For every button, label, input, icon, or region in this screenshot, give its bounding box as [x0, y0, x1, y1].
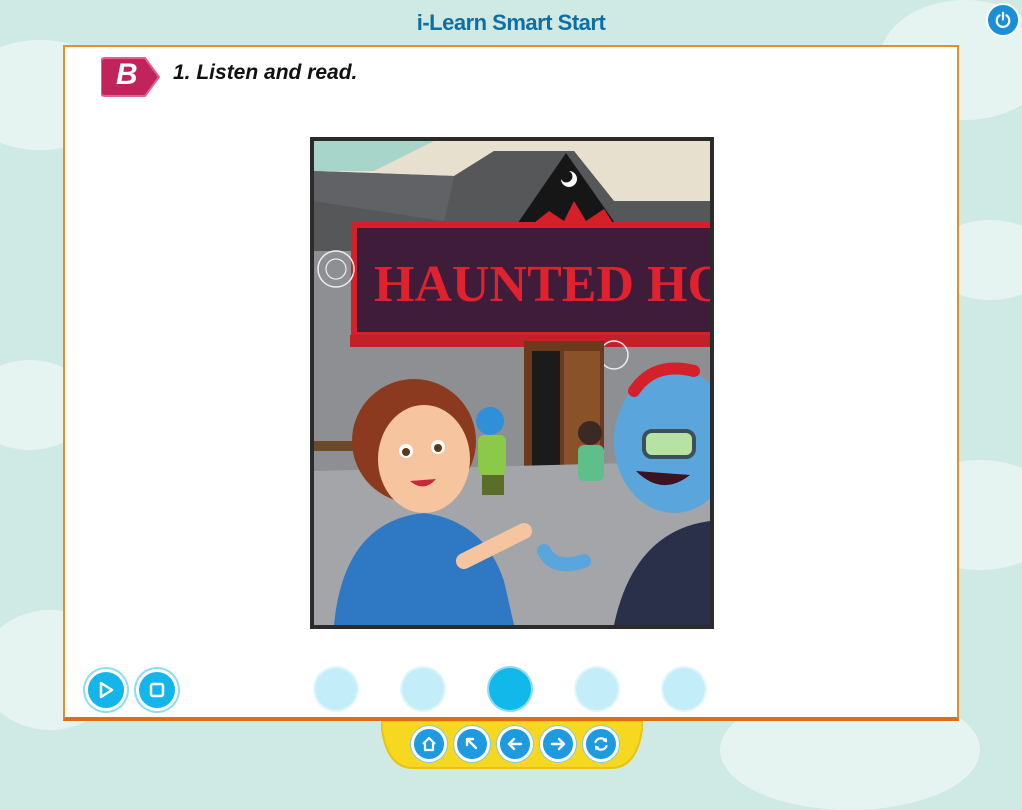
page-dot-3-active[interactable] — [489, 668, 531, 710]
sign-text: HAUNTED HOUSE — [374, 256, 710, 313]
back-up-button[interactable] — [454, 726, 490, 762]
story-illustration: HAUNTED HOUSE — [310, 137, 714, 629]
activity-panel: B 1. Listen and read. HAUNTED HOUSE — [63, 45, 959, 721]
home-button[interactable] — [411, 726, 447, 762]
home-icon — [422, 736, 436, 752]
play-icon — [99, 681, 114, 699]
page-dot-2[interactable] — [402, 668, 444, 710]
arrow-left-icon — [507, 737, 523, 751]
app-title: i-Learn Smart Start — [416, 10, 606, 35]
play-button[interactable] — [85, 669, 127, 711]
haunted-house-illustration: HAUNTED HOUSE — [314, 141, 710, 625]
stop-icon — [149, 682, 165, 698]
refresh-button[interactable] — [583, 726, 619, 762]
stop-button[interactable] — [136, 669, 178, 711]
previous-button[interactable] — [497, 726, 533, 762]
section-badge: B — [100, 56, 161, 98]
back-up-icon — [465, 737, 478, 750]
page-dot-4[interactable] — [576, 668, 618, 710]
power-icon — [995, 11, 1011, 28]
arrow-right-icon — [550, 737, 566, 751]
refresh-icon — [594, 737, 608, 751]
page-dot-1[interactable] — [315, 668, 357, 710]
page-dot-5[interactable] — [663, 668, 705, 710]
power-button[interactable] — [986, 3, 1020, 37]
instruction-text: 1. Listen and read. — [173, 61, 358, 84]
section-letter: B — [116, 58, 138, 91]
next-button[interactable] — [540, 726, 576, 762]
